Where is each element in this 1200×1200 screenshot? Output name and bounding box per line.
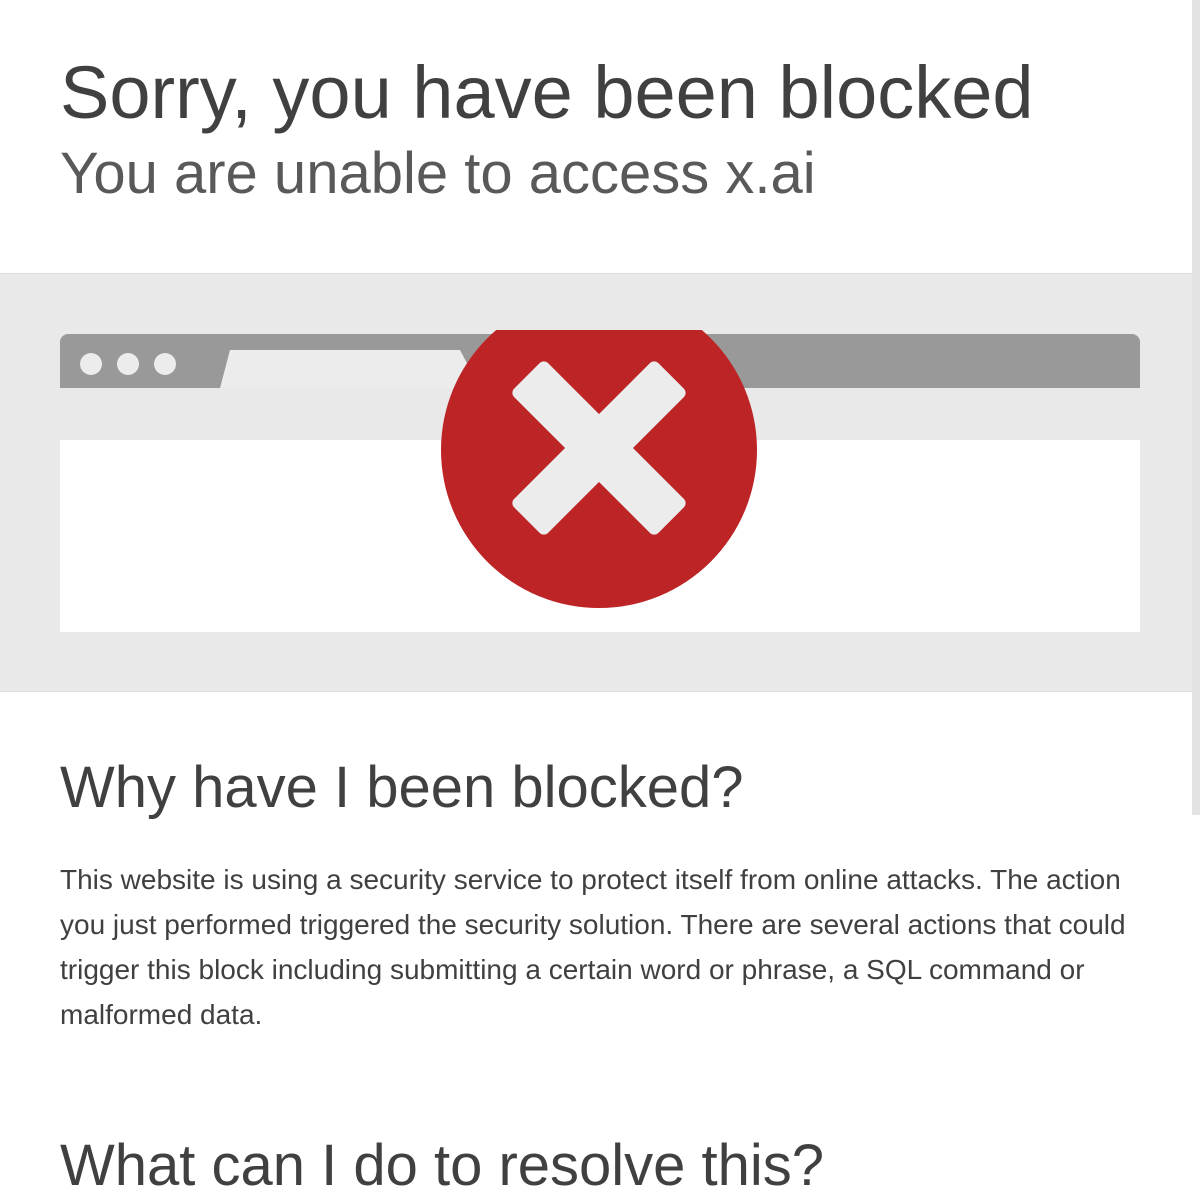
browser-illustration <box>60 330 1140 632</box>
header: Sorry, you have been blocked You are una… <box>0 0 1192 273</box>
error-x-icon <box>440 330 758 610</box>
why-blocked-heading: Why have I been blocked? <box>60 755 744 820</box>
resolve-heading: What can I do to resolve this? <box>60 1133 825 1198</box>
block-page: Sorry, you have been blocked You are una… <box>0 0 1200 1200</box>
window-dot <box>80 353 102 375</box>
window-dot <box>154 353 176 375</box>
why-blocked-explanation: This website is using a security service… <box>60 864 1126 1030</box>
page-subtitle: You are unable to access x.ai <box>60 141 816 206</box>
window-dot <box>117 353 139 375</box>
page-title: Sorry, you have been blocked <box>60 51 1034 134</box>
scrollbar[interactable] <box>1192 0 1200 815</box>
